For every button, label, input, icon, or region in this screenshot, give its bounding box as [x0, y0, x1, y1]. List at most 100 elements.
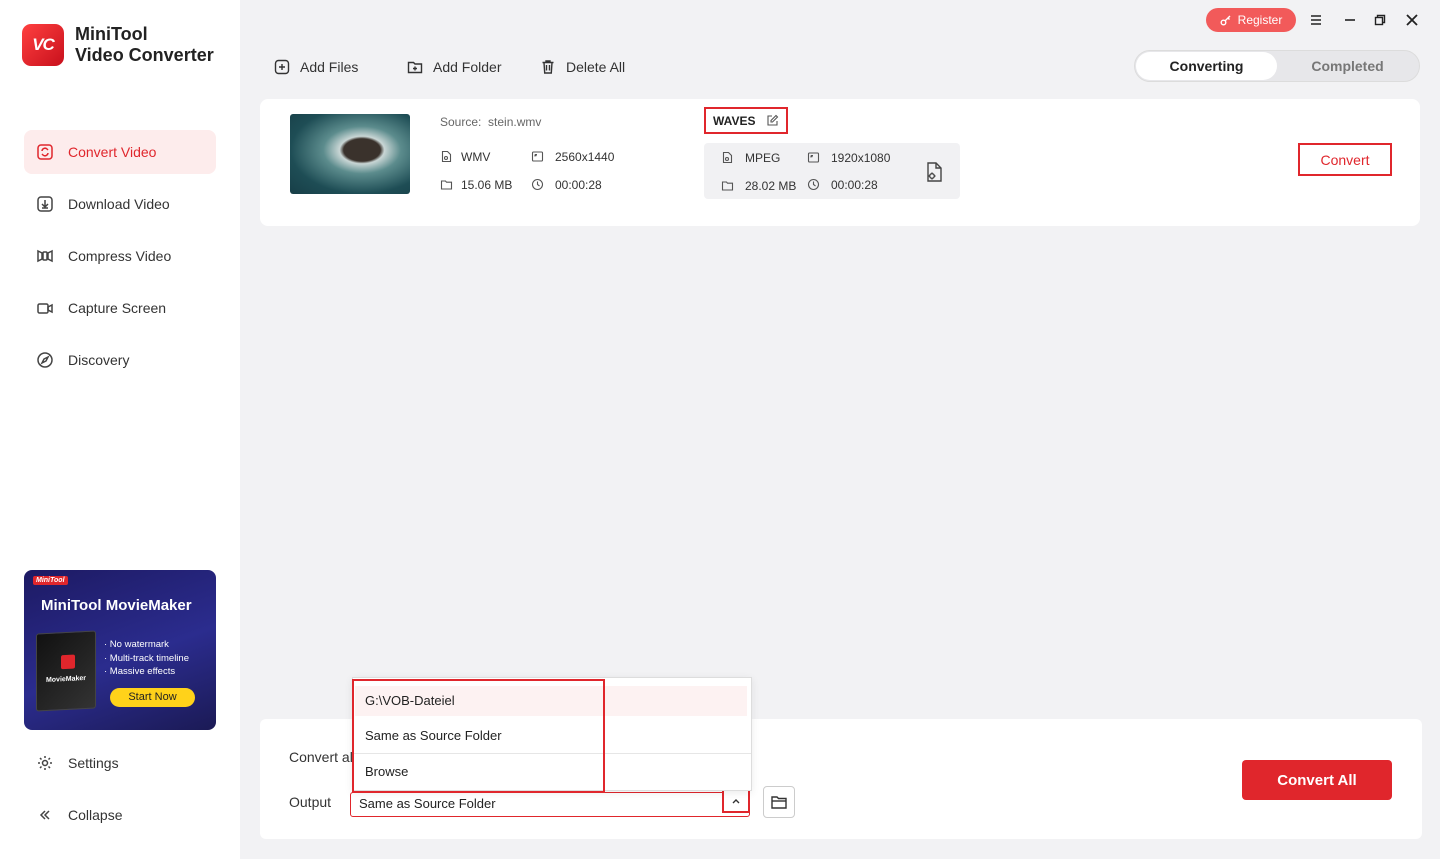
promo-feature: · No watermark	[104, 639, 169, 650]
double-chevron-left-icon	[39, 810, 50, 820]
sidebar-item-convert-video[interactable]: Convert Video	[24, 130, 216, 174]
output-dropdown-toggle[interactable]	[722, 789, 750, 813]
add-file-icon	[274, 59, 290, 75]
file-format-icon	[441, 150, 452, 163]
promo-feature: · Massive effects	[104, 666, 176, 677]
start-now-button[interactable]: Start Now	[110, 688, 195, 707]
convert-icon	[37, 144, 53, 160]
clock-icon	[807, 178, 820, 191]
convert-button[interactable]: Convert	[1298, 143, 1392, 176]
hamburger-icon	[1311, 15, 1321, 25]
output-folder-dropdown: G:\VOB-Dateiel Same as Source Folder Bro…	[352, 677, 752, 791]
sidebar-item-label: Compress Video	[68, 248, 172, 264]
collapse-button[interactable]: Collapse	[24, 795, 216, 835]
download-icon	[37, 196, 53, 212]
convert-all-button[interactable]: Convert All	[1242, 760, 1392, 800]
promo-title: MiniTool MovieMaker	[41, 597, 192, 614]
tab-completed[interactable]: Completed	[1277, 52, 1418, 80]
open-folder-button[interactable]	[763, 786, 795, 818]
vc-logo-icon: VC	[22, 24, 64, 66]
close-button[interactable]	[1402, 10, 1422, 30]
collapse-label: Collapse	[68, 807, 123, 823]
format-settings-icon[interactable]	[924, 161, 944, 183]
restore-button[interactable]	[1370, 10, 1390, 30]
restore-icon	[1374, 14, 1386, 26]
dropdown-option[interactable]: Browse	[355, 757, 747, 787]
add-files-label: Add Files	[300, 59, 359, 75]
settings-button[interactable]: Settings	[24, 743, 216, 783]
source-duration: 00:00:28	[555, 178, 602, 192]
convert-all-to-label: Convert al	[289, 749, 353, 765]
sidebar-nav: Convert Video Download Video Compress Vi…	[24, 130, 216, 390]
menu-button[interactable]	[1306, 10, 1326, 30]
moviemaker-logo-icon	[61, 654, 75, 670]
folder-icon	[440, 180, 453, 190]
trash-icon	[542, 60, 554, 74]
target-resolution: 1920x1080	[831, 151, 891, 165]
app-logo: VC MiniTool Video Converter	[22, 24, 214, 66]
folder-icon	[771, 796, 787, 809]
resolution-icon	[531, 151, 544, 162]
minimize-icon	[1345, 19, 1355, 21]
dropdown-option[interactable]: G:\VOB-Dateiel	[355, 686, 747, 716]
app-name-line2: Video Converter	[75, 45, 214, 65]
conversion-task-card: Source: stein.wmv WMV 2560x1440 15.06 MB…	[260, 99, 1420, 226]
target-filename-field[interactable]: WAVES	[704, 107, 788, 134]
moviemaker-promo[interactable]: MiniTool MiniTool MovieMaker MovieMaker …	[24, 570, 216, 730]
register-button[interactable]: Register	[1206, 8, 1296, 32]
gear-icon	[38, 756, 52, 770]
product-box-label: MovieMaker	[45, 674, 87, 685]
source-format: WMV	[461, 150, 491, 164]
target-duration: 00:00:28	[831, 178, 878, 192]
sidebar-item-download-video[interactable]: Download Video	[24, 182, 216, 226]
resolution-icon	[807, 152, 820, 163]
target-size: 28.02 MB	[745, 179, 797, 193]
sidebar-item-label: Capture Screen	[68, 300, 167, 316]
compress-icon	[37, 249, 53, 263]
target-info[interactable]: MPEG 1920x1080 28.02 MB 00:00:28	[704, 143, 960, 199]
sidebar-item-label: Discovery	[68, 352, 130, 368]
add-folder-label: Add Folder	[433, 59, 502, 75]
delete-all-label: Delete All	[566, 59, 626, 75]
chevron-up-icon	[732, 799, 740, 804]
promo-feature: · Multi-track timeline	[104, 653, 189, 664]
app-name: MiniTool Video Converter	[75, 24, 214, 66]
edit-icon[interactable]	[766, 114, 779, 127]
promo-badge: MiniTool	[33, 576, 68, 585]
dropdown-option[interactable]: Same as Source Folder	[355, 721, 747, 751]
clock-icon	[531, 178, 544, 191]
compass-icon	[37, 352, 53, 368]
app-name-line1: MiniTool	[75, 24, 148, 44]
add-folder-icon	[407, 61, 423, 74]
add-folder-button[interactable]: Add Folder	[407, 56, 501, 78]
sidebar-item-discovery[interactable]: Discovery	[24, 338, 216, 382]
tab-converting[interactable]: Converting	[1136, 52, 1277, 80]
target-filename: WAVES	[713, 113, 756, 128]
sidebar-item-capture-screen[interactable]: Capture Screen	[24, 286, 216, 330]
target-format: MPEG	[745, 151, 781, 165]
output-label: Output	[289, 794, 332, 810]
delete-all-button[interactable]: Delete All	[540, 56, 625, 78]
dropdown-divider	[353, 753, 751, 754]
file-format-icon	[722, 151, 733, 164]
source-size: 15.06 MB	[461, 178, 513, 192]
source-filename: stein.wmv	[488, 115, 542, 129]
status-tabs: Converting Completed	[1134, 50, 1420, 82]
settings-label: Settings	[68, 755, 119, 771]
sidebar-item-label: Download Video	[68, 196, 170, 212]
folder-icon	[721, 181, 734, 191]
register-label: Register	[1237, 13, 1283, 27]
output-folder-select[interactable]: Same as Source Folder	[350, 792, 750, 817]
camera-icon	[37, 303, 53, 314]
video-thumbnail[interactable]	[290, 114, 410, 194]
sidebar: VC MiniTool Video Converter Convert Vide…	[0, 0, 240, 859]
sidebar-item-compress-video[interactable]: Compress Video	[24, 234, 216, 278]
close-icon	[1406, 14, 1418, 26]
source-label: Source:	[440, 115, 482, 129]
sidebar-item-label: Convert Video	[68, 144, 157, 160]
add-files-button[interactable]: Add Files	[274, 56, 358, 78]
product-box-image: MovieMaker	[36, 630, 96, 712]
source-resolution: 2560x1440	[555, 150, 615, 164]
minimize-button[interactable]	[1340, 10, 1360, 30]
source-info: Source: stein.wmv	[440, 115, 541, 129]
